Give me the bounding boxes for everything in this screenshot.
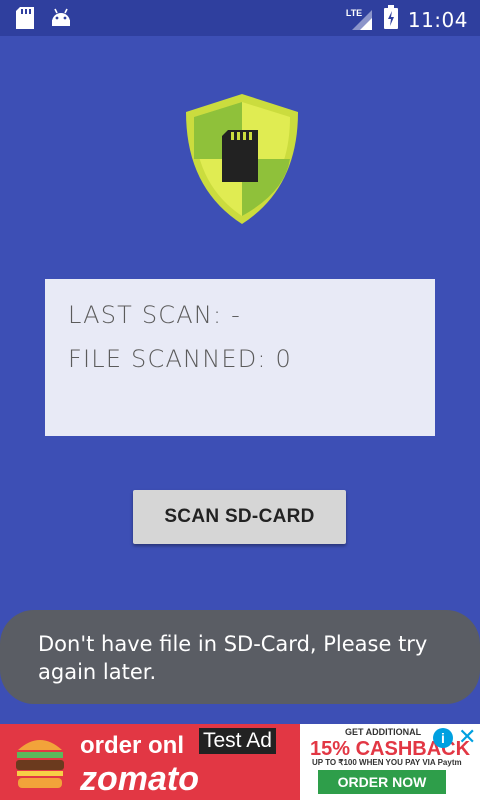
- signal-icon: LTE: [346, 8, 374, 32]
- ad-banner[interactable]: order onl zomato Test Ad GET ADDITIONAL …: [0, 724, 480, 800]
- scan-info-card: LAST SCAN: - FILE SCANNED: 0: [45, 279, 435, 436]
- last-scan-label: LAST SCAN: -: [68, 301, 242, 329]
- sd-card-icon: [16, 7, 34, 34]
- clock: 11:04: [407, 7, 468, 32]
- toast-text: Don't have file in SD-Card, Please try a…: [38, 632, 428, 684]
- ad-brand: zomato: [80, 760, 199, 798]
- ad-get-additional: GET ADDITIONAL: [345, 727, 422, 737]
- toast-message: Don't have file in SD-Card, Please try a…: [0, 610, 480, 704]
- shield-sd-card-icon: [184, 92, 300, 226]
- ad-order-now-button[interactable]: ORDER NOW: [318, 770, 446, 794]
- ad-upto-text: UP TO ₹100 WHEN YOU PAY VIA Paytm: [312, 758, 462, 767]
- ad-order-text: order onl: [80, 732, 185, 759]
- status-right: LTE 11:04: [346, 5, 468, 34]
- status-left-icons: [16, 7, 72, 34]
- android-icon: [50, 8, 72, 33]
- burger-icon: [14, 730, 66, 799]
- ad-creative-right[interactable]: GET ADDITIONAL 15% CASHBACK UP TO ₹100 W…: [300, 724, 480, 800]
- ad-info-icon[interactable]: i: [433, 728, 453, 748]
- status-bar: LTE 11:04: [0, 0, 480, 36]
- ad-close-icon[interactable]: ✕: [458, 724, 476, 750]
- ad-creative-left[interactable]: order onl zomato Test Ad: [0, 724, 300, 800]
- test-ad-label: Test Ad: [199, 728, 276, 754]
- scan-sd-card-button[interactable]: SCAN SD-CARD: [133, 490, 346, 544]
- files-scanned-label: FILE SCANNED: 0: [68, 345, 292, 373]
- battery-icon: [383, 5, 398, 34]
